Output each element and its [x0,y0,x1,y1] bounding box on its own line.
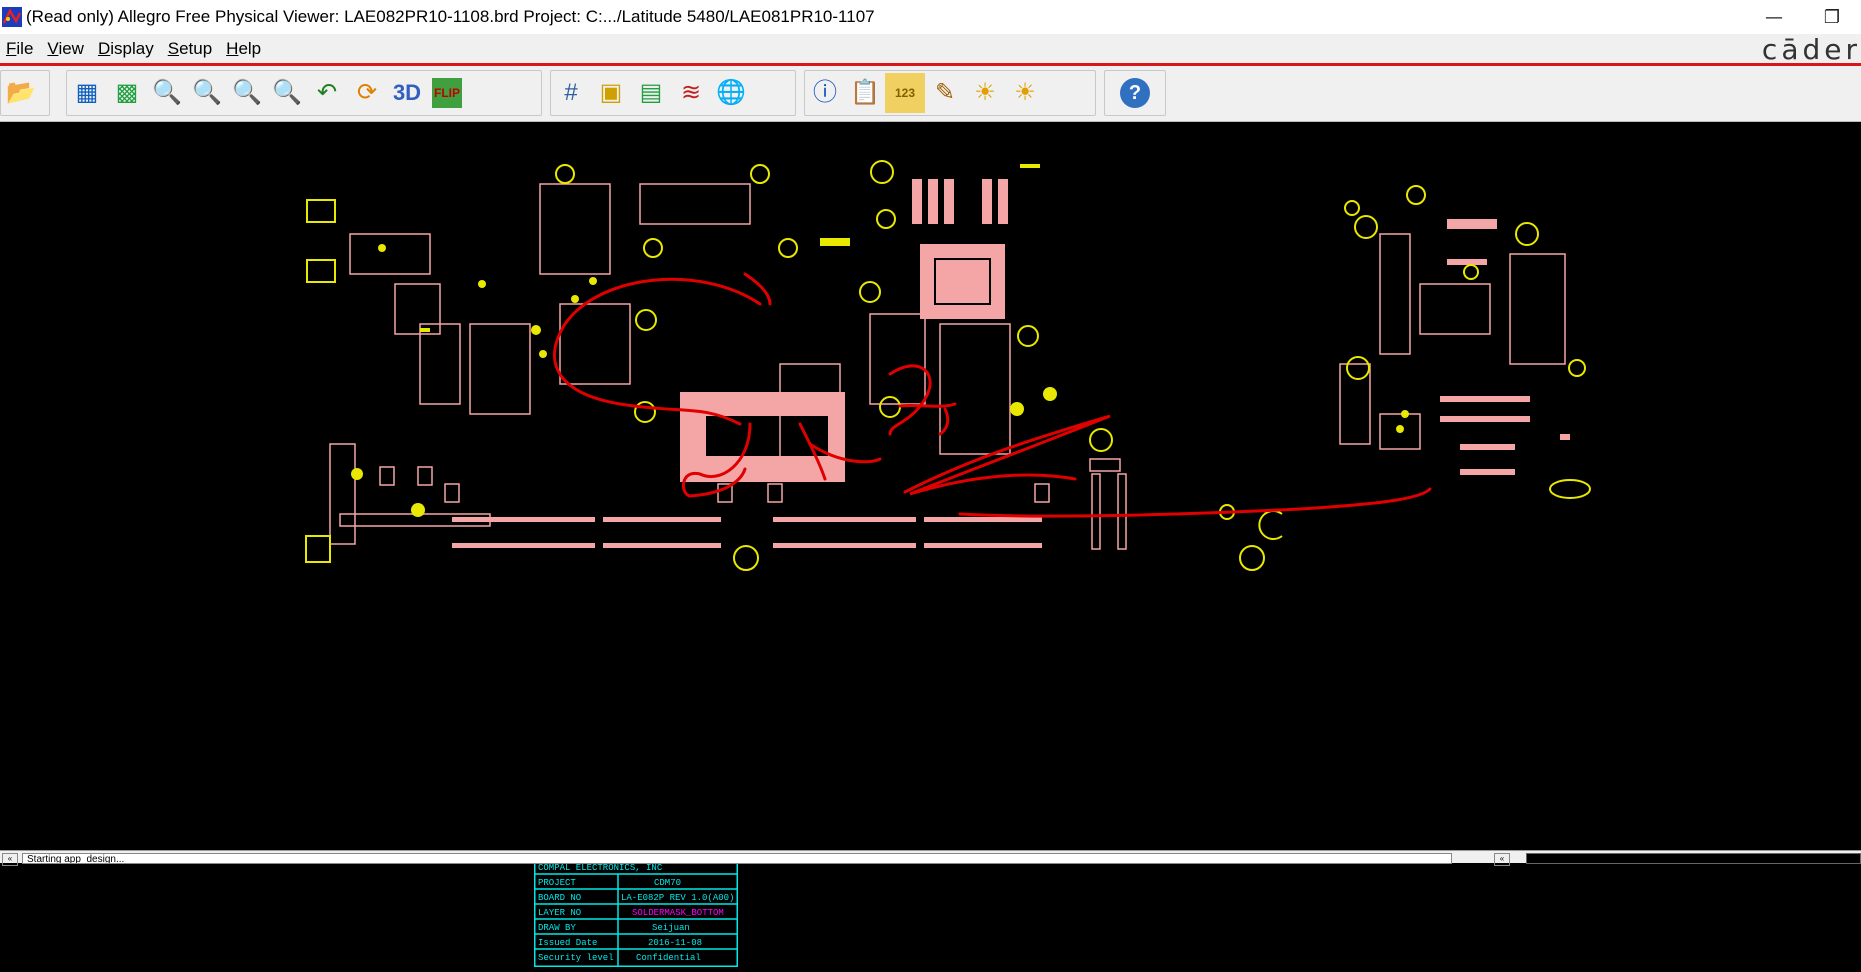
flip-icon[interactable]: FLIP [432,78,462,108]
help-icon[interactable]: ? [1120,78,1150,108]
menu-help[interactable]: Help [226,39,261,59]
layers-icon[interactable]: ▤ [631,73,671,113]
brightness-icon[interactable]: ☀ [1005,73,1045,113]
title-block-label-security: Security level [538,953,614,963]
zoom-window-icon[interactable]: 🔍 [187,73,227,113]
shadow-icon[interactable]: ☀ [965,73,1005,113]
grid-icon[interactable]: # [551,73,591,113]
minimize-button[interactable]: — [1745,0,1803,34]
status-scroll-button[interactable]: « [2,853,18,866]
highlight-icon[interactable]: ✎ [925,73,965,113]
menu-display[interactable]: Display [98,39,154,59]
color-icon[interactable]: ▣ [591,73,631,113]
allegro-app-icon[interactable] [2,7,22,27]
board-canvas[interactable]: COMPAL ELECTRONICS, INC PROJECT CDM70 BO… [0,124,1861,967]
title-bar: (Read only) Allegro Free Physical Viewer… [0,0,1861,34]
zoom-out-icon[interactable]: 🔍 [267,73,307,113]
toolbar-group-display: # ▣ ▤ ≋ 🌐 [550,70,796,116]
menu-bar: File View Display Setup Help [0,34,1861,66]
daughter-board-components [1339,219,1570,475]
zoom-points-icon[interactable]: 🔍 [147,73,187,113]
zoom-in-icon[interactable]: 🔍 [227,73,267,113]
menu-view[interactable]: View [47,39,84,59]
measure-icon[interactable]: 123 [885,73,925,113]
title-block-label-board: BOARD NO [538,893,581,903]
toolbar-group-file: 📂 [0,70,50,116]
3d-view-icon[interactable]: 3D [387,73,427,113]
redraw-icon[interactable]: ⟳ [347,73,387,113]
menu-file[interactable]: File [6,39,33,59]
toolbar: 📂 ▦ ▩ 🔍 🔍 🔍 🔍 ↶ ⟳ 3D FLIP # ▣ ▤ ≋ 🌐 ⓘ 📋 … [0,66,1861,122]
title-block-label-project: PROJECT [538,878,576,888]
info-icon[interactable]: ⓘ [805,73,845,113]
toolbar-group-help: ? [1104,70,1166,116]
cadence-logo: cāder [1761,33,1861,66]
title-block-value-project: CDM70 [654,878,681,888]
window-controls: — ❐ [1745,0,1861,34]
world-view-minimap[interactable] [1526,853,1861,864]
title-block-value-board: LA-E082P REV 1.0(A00) [621,893,734,903]
main-board-components [329,179,1127,550]
zoom-fit-icon[interactable]: ▦ [67,73,107,113]
title-block-company: COMPAL ELECTRONICS, INC [538,863,663,873]
pcb-board-drawing [305,160,1591,571]
title-block-label-date: Issued Date [538,938,597,948]
zoom-world-icon[interactable]: ▩ [107,73,147,113]
toolbar-group-tools: ⓘ 📋 123 ✎ ☀ ☀ [804,70,1096,116]
report-icon[interactable]: 📋 [845,73,885,113]
menu-setup[interactable]: Setup [168,39,212,59]
restore-button[interactable]: ❐ [1803,0,1861,34]
title-block-value-drawby: Seijuan [652,923,690,933]
folder-open-icon[interactable]: 📂 [1,73,41,113]
title-block-value-security: Confidential [636,953,701,963]
status-scroll-button-2[interactable]: « [1494,853,1510,866]
title-block: COMPAL ELECTRONICS, INC PROJECT CDM70 BO… [534,859,738,967]
title-block-value-layer: SOLDERMASK_BOTTOM [632,908,724,918]
zoom-previous-icon[interactable]: ↶ [307,73,347,113]
world-view-icon[interactable]: 🌐 [711,73,751,113]
window-title: (Read only) Allegro Free Physical Viewer… [26,7,875,26]
status-bar: « Starting app_design... « [0,850,1861,866]
stackup-icon[interactable]: ≋ [671,73,711,113]
title-block-label-layer: LAYER NO [538,908,581,918]
toolbar-group-zoom: ▦ ▩ 🔍 🔍 🔍 🔍 ↶ ⟳ 3D FLIP [66,70,542,116]
yellow-pads [351,164,1409,517]
title-block-label-drawby: DRAW BY [538,923,576,933]
status-message: Starting app_design... [22,853,1452,864]
title-block-value-date: 2016-11-08 [648,938,702,948]
